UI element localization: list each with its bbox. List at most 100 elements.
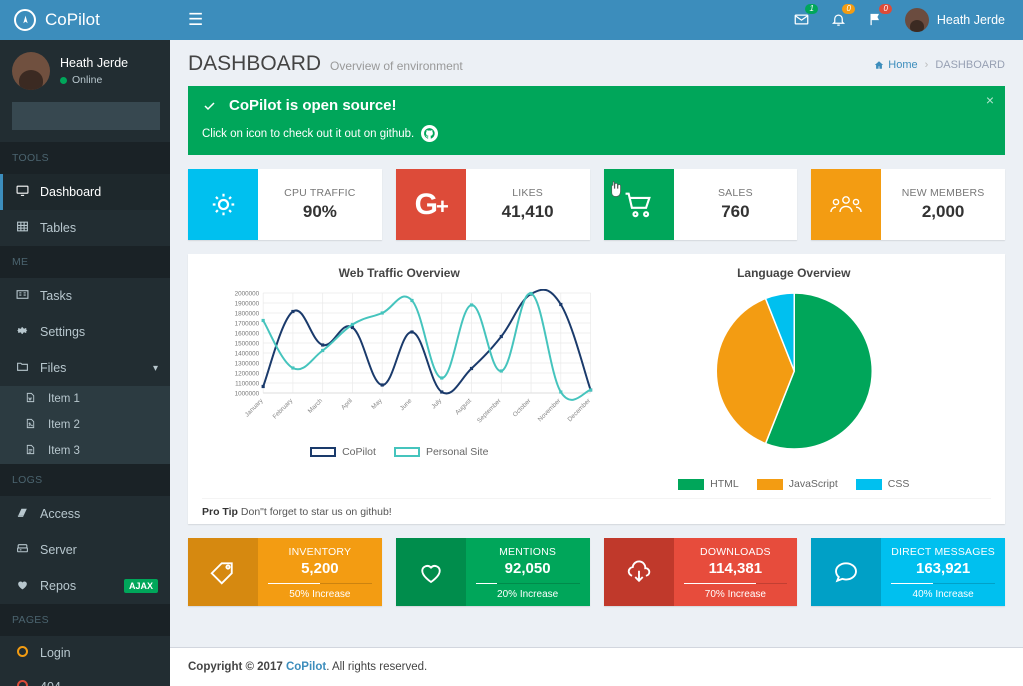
sidebar-item-item-1[interactable]: Item 1 (0, 386, 170, 412)
svg-text:2000000: 2000000 (235, 291, 260, 298)
chevron-down-icon: ▾ (153, 363, 158, 374)
sidebar-item-item-3[interactable]: Item 3 (0, 438, 170, 464)
book-icon (15, 506, 30, 522)
info-desc: 50% Increase (289, 589, 350, 600)
github-icon[interactable] (421, 125, 438, 142)
file-text-icon (23, 444, 38, 458)
info-label: MENTIONS (499, 546, 556, 558)
search-input[interactable] (13, 110, 170, 122)
info-desc: 70% Increase (705, 589, 766, 600)
alert-body: Click on icon to check out it out on git… (202, 125, 991, 142)
info-value: 5,200 (301, 560, 339, 577)
sidebar-item-server[interactable]: Server (0, 532, 170, 568)
info-desc: 20% Increase (497, 589, 558, 600)
stat-box-likes[interactable]: G+ LIKES 41,410 (396, 169, 590, 240)
sidebar-submenu-files: Item 1 Item 2 Item 3 (0, 386, 170, 464)
info-label: INVENTORY (289, 546, 352, 558)
top-navbar: CoPilot ☰ 1 0 0 (0, 0, 1023, 40)
stat-value: 41,410 (502, 202, 554, 222)
notifications-badge: 0 (842, 4, 854, 15)
svg-text:1000000: 1000000 (235, 391, 260, 398)
circle-icon (15, 646, 30, 660)
line-chart-canvas[interactable]: 1000000110000012000001300000140000015000… (202, 289, 597, 439)
info-box-inventory[interactable]: INVENTORY 5,200 50% Increase (188, 538, 382, 606)
sidebar-item-files[interactable]: Files ▾ (0, 350, 170, 386)
sidebar-item-item-2[interactable]: Item 2 (0, 412, 170, 438)
charts-panel: Web Traffic Overview 1000000110000012000… (188, 254, 1005, 524)
sidebar-section-pages: PAGES (0, 604, 170, 636)
navbar: ☰ 1 0 0 Heath (170, 0, 1023, 40)
sidebar-user-status: Online (60, 74, 128, 86)
web-traffic-chart: Web Traffic Overview 1000000110000012000… (202, 266, 597, 490)
table-icon (15, 220, 30, 236)
legend-item-copilot[interactable]: CoPilot (310, 446, 376, 458)
legend-item-html[interactable]: HTML (678, 478, 739, 490)
legend-item-css[interactable]: CSS (856, 478, 910, 490)
messages-icon[interactable]: 1 (784, 3, 819, 38)
tasks-badge: 0 (879, 4, 891, 15)
svg-text:March: March (307, 397, 325, 415)
info-label: DIRECT MESSAGES (891, 546, 995, 558)
breadcrumb-home[interactable]: Home (874, 59, 917, 71)
legend-item-personal-site[interactable]: Personal Site (394, 446, 488, 458)
messages-badge: 1 (805, 4, 817, 15)
sidebar-item-label: 404 (40, 680, 61, 686)
svg-text:August: August (454, 397, 473, 416)
sidebar-item-tables[interactable]: Tables (0, 210, 170, 246)
pro-tip-label: Pro Tip (202, 506, 238, 518)
stat-box-sales[interactable]: SALES 760 (604, 169, 798, 240)
pie-chart-canvas[interactable] (597, 289, 992, 471)
sidebar-item-label: Login (40, 646, 71, 660)
footer: Copyright © 2017 CoPilot. All rights res… (170, 647, 1023, 686)
avatar (905, 8, 929, 32)
sidebar-item-login[interactable]: Login (0, 636, 170, 670)
tasks-icon[interactable]: 0 (858, 3, 893, 38)
sidebar-item-dashboard[interactable]: Dashboard (0, 174, 170, 210)
info-box-downloads[interactable]: DOWNLOADS 114,381 70% Increase (604, 538, 798, 606)
info-box-direct-messages[interactable]: DIRECT MESSAGES 163,921 40% Increase (811, 538, 1005, 606)
stat-value: 760 (721, 202, 749, 222)
hamburger-icon[interactable]: ☰ (180, 6, 211, 34)
legend-swatch (310, 447, 336, 457)
sidebar-search (0, 102, 170, 142)
close-icon[interactable]: × (986, 93, 994, 107)
pro-tip-text: Don"t forget to star us on github! (238, 506, 392, 518)
svg-text:November: November (537, 397, 562, 423)
pro-tip: Pro Tip Don"t forget to star us on githu… (202, 498, 991, 518)
comment-icon (811, 538, 881, 606)
info-label: DOWNLOADS (700, 546, 771, 558)
svg-text:1900000: 1900000 (235, 301, 260, 308)
user-menu[interactable]: Heath Jerde (895, 8, 1011, 32)
progress-bar (476, 583, 580, 584)
sidebar-item-tasks[interactable]: Tasks (0, 278, 170, 314)
info-box-mentions[interactable]: MENTIONS 92,050 20% Increase (396, 538, 590, 606)
stat-value: 90% (303, 202, 337, 222)
svg-text:July: July (430, 397, 443, 411)
home-icon (874, 60, 884, 70)
sidebar-item-settings[interactable]: Settings (0, 314, 170, 350)
notifications-icon[interactable]: 0 (821, 3, 856, 38)
desktop-icon (15, 184, 30, 200)
legend-swatch (678, 479, 704, 490)
footer-link[interactable]: CoPilot (286, 661, 326, 673)
cloud-download-icon (604, 538, 674, 606)
svg-text:1600000: 1600000 (235, 331, 260, 338)
shopping-cart-icon (604, 169, 674, 240)
svg-text:September: September (476, 397, 503, 424)
sidebar-item-access[interactable]: Access (0, 496, 170, 532)
sidebar-item-label: Item 1 (48, 393, 80, 405)
legend-label: CSS (888, 478, 910, 490)
stat-box-new-members[interactable]: NEW MEMBERS 2,000 (811, 169, 1005, 240)
stat-box-cpu-traffic[interactable]: CPU TRAFFIC 90% (188, 169, 382, 240)
svg-text:1300000: 1300000 (235, 361, 260, 368)
sidebar-item-404[interactable]: 404 (0, 670, 170, 686)
sidebar-item-repos[interactable]: Repos AJAX (0, 568, 170, 604)
gear-icon (188, 169, 258, 240)
sidebar: Heath Jerde Online TOOLS (0, 40, 170, 686)
brand-logo[interactable]: CoPilot (0, 0, 170, 40)
alert-title-row: CoPilot is open source! (202, 97, 991, 114)
gear-icon (15, 324, 30, 340)
sidebar-item-label: Dashboard (40, 185, 101, 199)
legend-item-javascript[interactable]: JavaScript (757, 478, 838, 490)
sidebar-user-panel[interactable]: Heath Jerde Online (0, 40, 170, 102)
